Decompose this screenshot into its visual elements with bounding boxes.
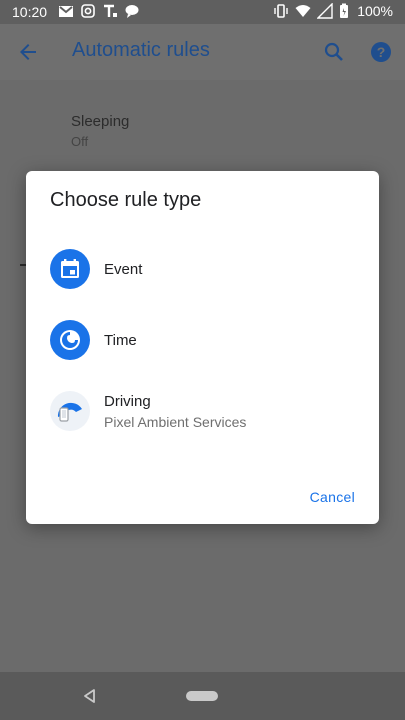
- option-event[interactable]: Event: [26, 237, 379, 301]
- status-icons-right: 100%: [273, 3, 393, 19]
- tmobile-icon: [104, 4, 117, 17]
- back-arrow-icon[interactable]: [16, 40, 40, 64]
- clock-icon: [50, 320, 90, 360]
- option-label: Driving: [104, 393, 151, 410]
- choose-rule-type-dialog: Choose rule type Event Time Driving Pixe…: [26, 171, 379, 524]
- option-label: Event: [104, 261, 143, 278]
- cancel-button[interactable]: Cancel: [310, 489, 355, 505]
- option-time[interactable]: Time: [26, 308, 379, 372]
- navigation-bar: [0, 672, 405, 720]
- app-bar: Automatic rules ?: [0, 24, 405, 80]
- calendar-icon: [50, 249, 90, 289]
- wifi-icon: [295, 5, 311, 17]
- chat-icon: [125, 5, 139, 18]
- option-subtitle: Pixel Ambient Services: [104, 414, 247, 430]
- status-icons-left: [58, 3, 140, 19]
- option-driving[interactable]: Driving Pixel Ambient Services: [26, 379, 379, 443]
- help-icon[interactable]: ?: [369, 40, 393, 64]
- svg-text:?: ?: [377, 44, 386, 60]
- rule-item-sleeping[interactable]: Sleeping Off: [71, 113, 129, 149]
- page-title: Automatic rules: [72, 39, 210, 61]
- vibrate-icon: [274, 4, 288, 18]
- rule-item-title: Sleeping: [71, 113, 130, 130]
- dialog-title: Choose rule type: [50, 189, 202, 211]
- instagram-icon: [81, 4, 95, 18]
- status-bar: 10:20 100%: [0, 0, 405, 24]
- rule-item-subtitle: Off: [71, 134, 89, 149]
- driving-icon: [50, 391, 90, 431]
- battery-percent: 100%: [357, 3, 393, 19]
- status-time: 10:20: [12, 4, 48, 20]
- nav-home-button[interactable]: [186, 691, 218, 701]
- signal-icon: [317, 3, 333, 19]
- nav-back-icon[interactable]: [82, 688, 98, 704]
- option-label: Time: [104, 332, 137, 349]
- search-icon[interactable]: [322, 40, 346, 64]
- battery-icon: [340, 3, 349, 18]
- gmail-icon: [59, 6, 73, 17]
